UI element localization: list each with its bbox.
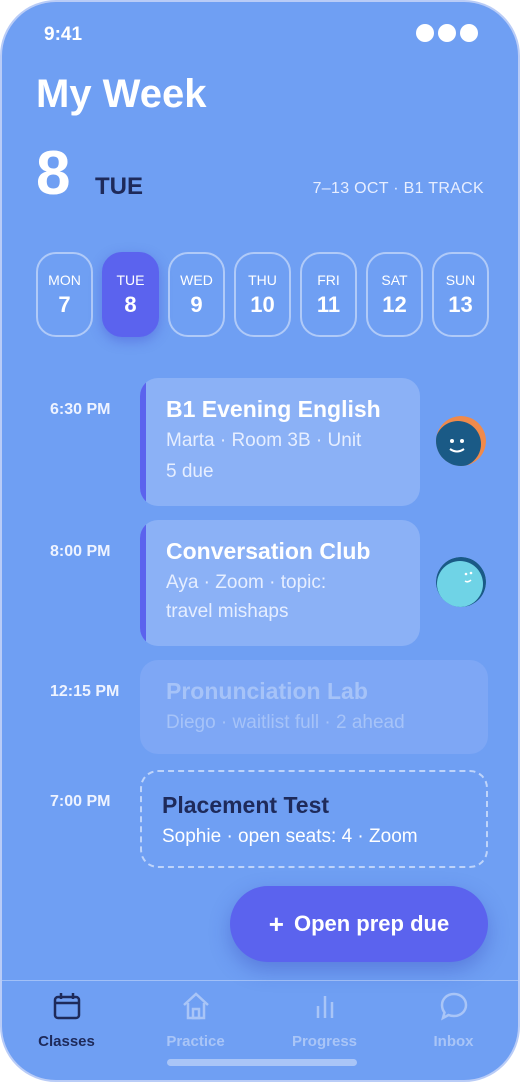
class-subtitle: Sophie · open seats: 4 · Zoom bbox=[162, 826, 418, 847]
chat-bubble-icon bbox=[438, 990, 470, 1027]
bottom-nav: Classes Practice Progress Inbox bbox=[2, 986, 518, 1056]
class-time: 12:15 PM bbox=[50, 683, 120, 700]
home-icon bbox=[180, 990, 212, 1027]
class-time: 6:30 PM bbox=[50, 401, 111, 418]
class-subtitle: Aya · Zoom · topic: bbox=[166, 572, 327, 593]
day-number: 8 bbox=[124, 291, 137, 317]
tab-label: Practice bbox=[166, 1033, 225, 1050]
day-name: THU bbox=[248, 271, 277, 288]
day-name: MON bbox=[48, 271, 81, 288]
day-name: SAT bbox=[381, 271, 408, 288]
day-number: 13 bbox=[448, 291, 473, 317]
tab-label: Inbox bbox=[433, 1033, 474, 1050]
status-bar: 9:41 bbox=[44, 22, 478, 46]
day-tue[interactable]: TUE 8 bbox=[102, 252, 159, 337]
day-number: 12 bbox=[382, 291, 407, 317]
class-title: Pronunciation Lab bbox=[166, 678, 368, 704]
day-wed[interactable]: WED 9 bbox=[168, 252, 225, 337]
tab-label: Classes bbox=[38, 1033, 95, 1050]
class-card-b1-evening-english[interactable]: B1 Evening English Marta · Room 3B · Uni… bbox=[140, 378, 420, 506]
class-subtitle-continued: travel mishaps bbox=[166, 601, 289, 622]
selected-day-name: TUE bbox=[95, 173, 143, 200]
day-name: TUE bbox=[116, 271, 145, 288]
status-time: 9:41 bbox=[44, 24, 83, 45]
class-title: Placement Test bbox=[162, 792, 330, 818]
phone-frame: 9:41 My Week 8 TUE 7–13 OCT · B1 TRACK M… bbox=[0, 0, 520, 1082]
fab-label: Open prep due bbox=[293, 911, 450, 936]
day-number: 9 bbox=[190, 291, 203, 317]
day-name: WED bbox=[180, 271, 213, 288]
day-fri[interactable]: FRI 11 bbox=[300, 252, 357, 337]
home-indicator[interactable] bbox=[167, 1059, 357, 1066]
avatar bbox=[436, 557, 486, 607]
tab-classes[interactable]: Classes bbox=[2, 986, 131, 1056]
day-mon[interactable]: MON 7 bbox=[36, 252, 93, 337]
day-thu[interactable]: THU 10 bbox=[234, 252, 291, 337]
class-time: 8:00 PM bbox=[50, 543, 111, 560]
day-name: FRI bbox=[317, 271, 340, 288]
open-prep-due-button[interactable]: + Open prep due bbox=[230, 886, 488, 962]
class-card-pronunciation-lab[interactable]: Pronunciation Lab Diego · waitlist full … bbox=[140, 660, 488, 754]
class-subtitle: Diego · waitlist full · 2 ahead bbox=[166, 712, 405, 733]
day-number: 10 bbox=[250, 291, 275, 317]
class-card-placement-test[interactable]: Placement Test Sophie · open seats: 4 · … bbox=[140, 770, 488, 868]
class-title: B1 Evening English bbox=[166, 396, 381, 422]
day-number: 11 bbox=[316, 291, 341, 317]
class-subtitle: Marta · Room 3B · Unit bbox=[166, 430, 362, 451]
page-title: My Week bbox=[36, 72, 207, 116]
calendar-icon bbox=[51, 990, 83, 1027]
class-card-conversation-club[interactable]: Conversation Club Aya · Zoom · topic: tr… bbox=[140, 520, 420, 646]
tab-practice[interactable]: Practice bbox=[131, 986, 260, 1056]
status-dots-icon bbox=[416, 24, 478, 42]
avatar bbox=[436, 416, 486, 466]
class-title: Conversation Club bbox=[166, 538, 371, 564]
bar-chart-icon bbox=[309, 990, 341, 1027]
tab-progress[interactable]: Progress bbox=[260, 986, 389, 1056]
tab-label: Progress bbox=[291, 1033, 358, 1050]
day-sat[interactable]: SAT 12 bbox=[366, 252, 423, 337]
tab-inbox[interactable]: Inbox bbox=[389, 986, 518, 1056]
class-time: 7:00 PM bbox=[50, 793, 111, 810]
selected-date-number: 8 bbox=[36, 139, 71, 208]
day-sun[interactable]: SUN 13 bbox=[432, 252, 489, 337]
week-range: 7–13 OCT · B1 TRACK bbox=[312, 180, 484, 197]
day-name: SUN bbox=[445, 271, 476, 288]
nav-divider bbox=[2, 980, 518, 981]
class-subtitle-continued: 5 due bbox=[166, 461, 214, 482]
card-accent-bar bbox=[140, 520, 146, 646]
day-number: 7 bbox=[58, 291, 71, 317]
day-picker: MON 7 TUE 8 WED 9 THU 10 FRI 11 SAT 12 S… bbox=[36, 252, 489, 337]
card-accent-bar bbox=[140, 378, 146, 506]
plus-icon: + bbox=[268, 908, 284, 939]
